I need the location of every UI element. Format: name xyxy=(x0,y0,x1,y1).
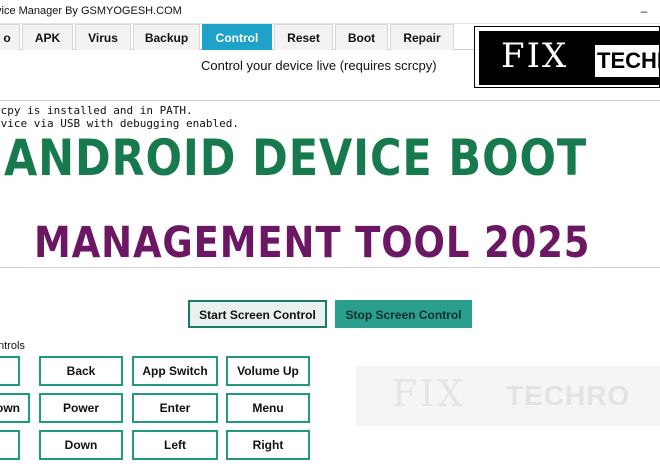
minimize-button[interactable]: – xyxy=(632,2,656,22)
left-button[interactable]: Left xyxy=(132,430,218,460)
watermark-techro-text: TECHRO xyxy=(506,380,631,411)
app-switch-button[interactable]: App Switch xyxy=(132,356,218,386)
back-button[interactable]: Back xyxy=(39,356,123,386)
volume-up-button[interactable]: Volume Up xyxy=(226,356,310,386)
tab-backup[interactable]: Backup xyxy=(133,24,200,50)
key-button[interactable] xyxy=(0,356,20,386)
fixtechro-watermark: FIX TECHRO xyxy=(356,366,660,426)
key-button[interactable] xyxy=(0,430,20,460)
tab-repair[interactable]: Repair xyxy=(390,24,454,50)
tab-virus[interactable]: Virus xyxy=(75,24,131,50)
control-subtitle: Control your device live (requires scrcp… xyxy=(201,58,437,73)
logo-fix-text: FIX xyxy=(501,36,569,76)
watermark-fix-text: FIX xyxy=(392,374,466,415)
fixtechro-logo: FIX TECHRO xyxy=(474,26,660,88)
down-button[interactable]: Down xyxy=(39,430,123,460)
logo-background: FIX TECHRO xyxy=(479,31,659,85)
window-title: vice Manager By GSMYOGESH.COM xyxy=(0,5,182,17)
volume-down-button[interactable]: own xyxy=(0,393,30,423)
headline-android-device-boot: ANDROID DEVICE BOOT xyxy=(4,129,588,187)
title-bar: vice Manager By GSMYOGESH.COM – xyxy=(0,0,660,24)
headline-management-tool: MANAGEMENT TOOL 2025 xyxy=(34,218,591,268)
power-button[interactable]: Power xyxy=(39,393,123,423)
console-line: rcpy is installed and in PATH. xyxy=(0,104,193,117)
logo-techro-text: TECHRO xyxy=(597,48,659,73)
menu-button[interactable]: Menu xyxy=(226,393,310,423)
tab-apk[interactable]: APK xyxy=(22,24,73,50)
tab-control[interactable]: Control xyxy=(202,24,272,50)
tab-partial[interactable]: o xyxy=(0,24,20,50)
enter-button[interactable]: Enter xyxy=(132,393,218,423)
tab-reset[interactable]: Reset xyxy=(274,24,333,50)
controls-section-label: ntrols xyxy=(0,340,25,352)
logo-techro-box: TECHRO xyxy=(595,45,659,77)
start-screen-control-button[interactable]: Start Screen Control xyxy=(188,300,327,328)
stop-screen-control-button[interactable]: Stop Screen Control xyxy=(335,300,472,328)
tab-boot[interactable]: Boot xyxy=(335,24,388,50)
right-button[interactable]: Right xyxy=(226,430,310,460)
